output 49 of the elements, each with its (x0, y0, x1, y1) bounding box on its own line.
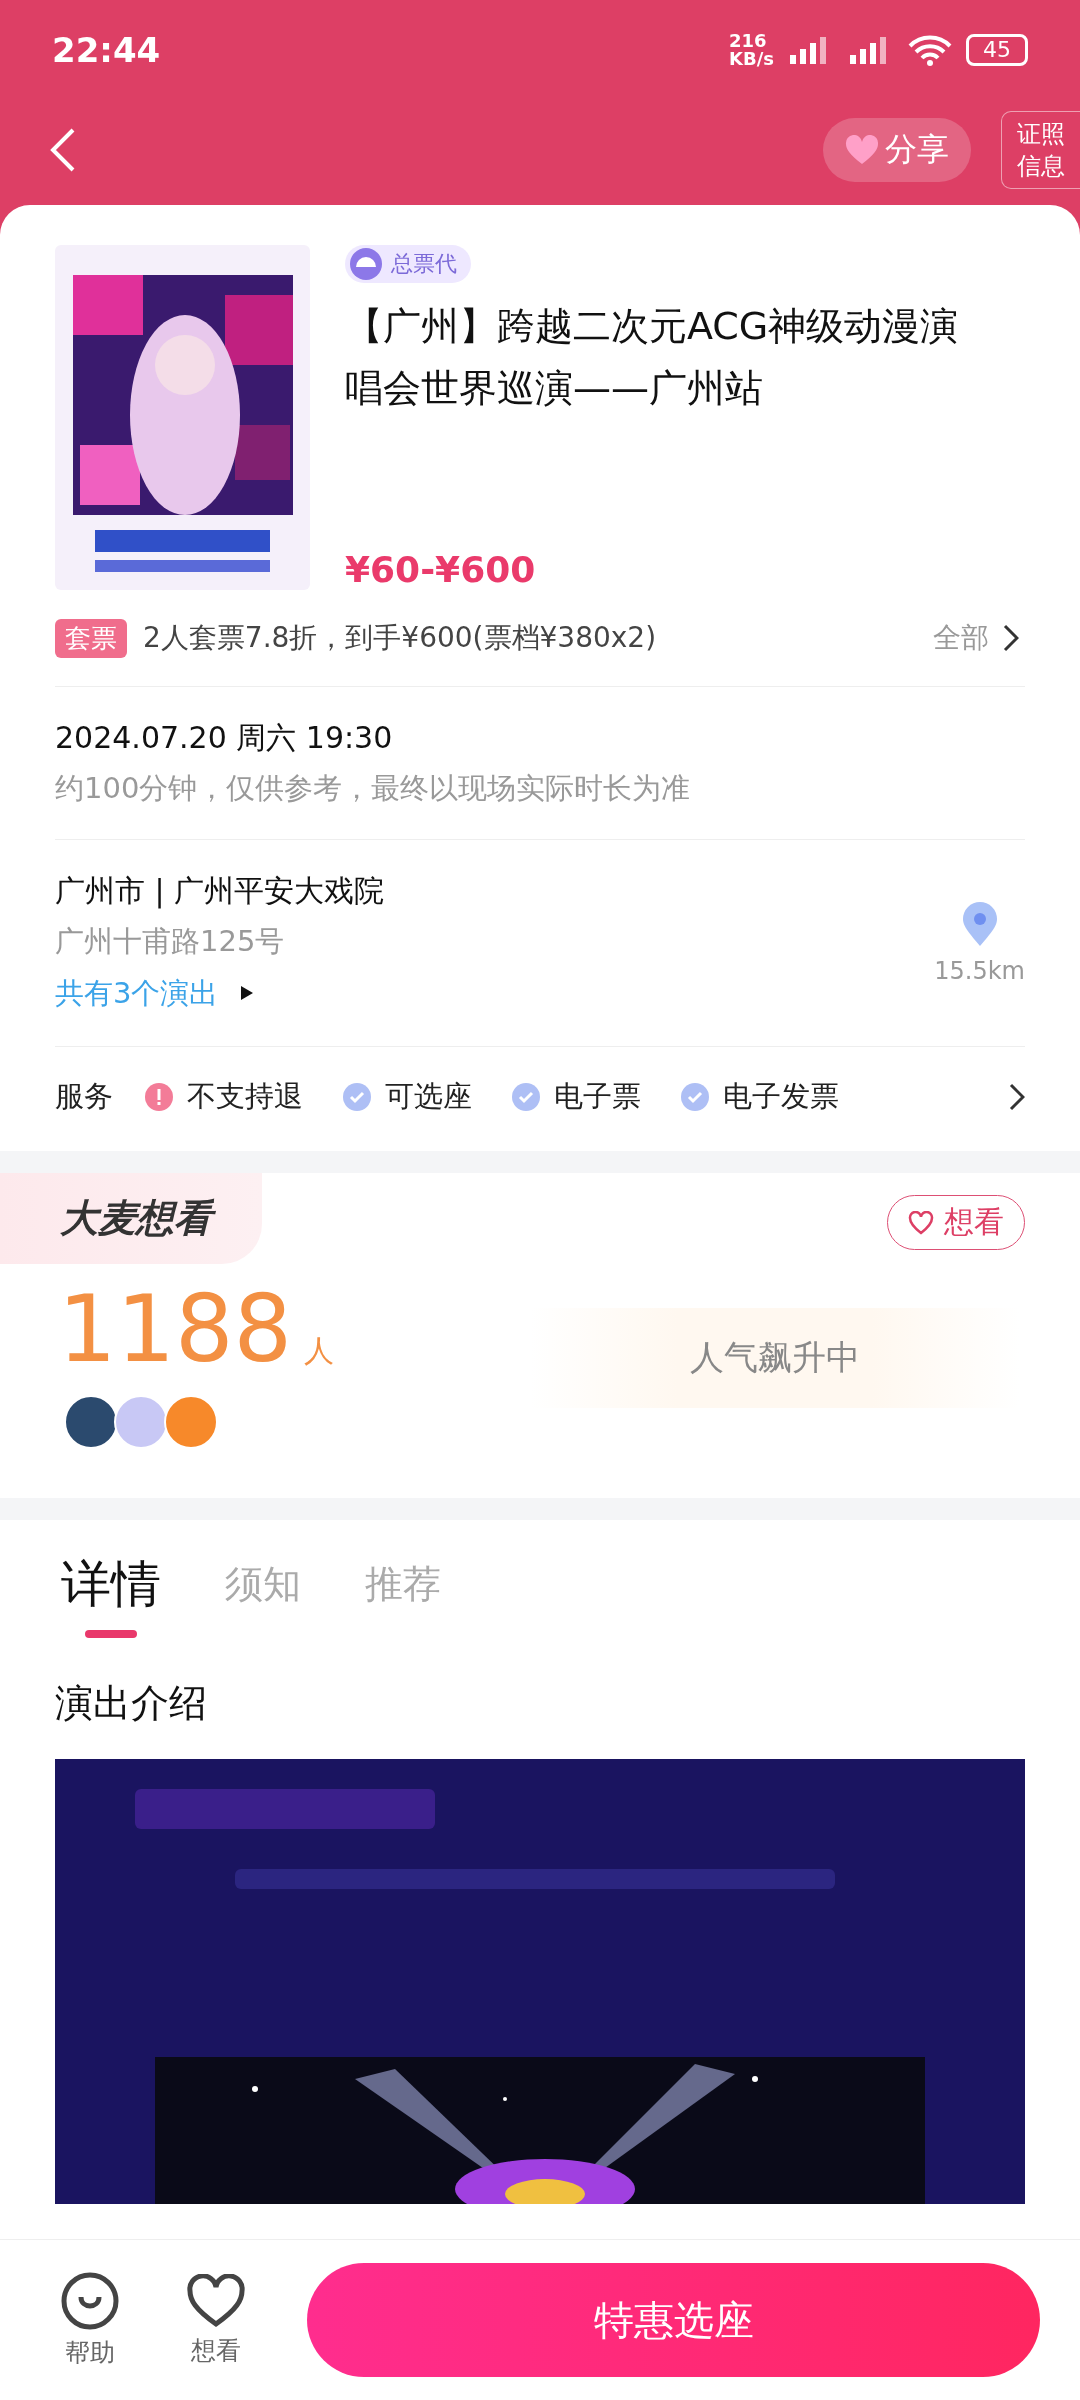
tab[interactable]: 须知 (219, 1550, 307, 1638)
event-title: 【广州】跨越二次元ACG神级动漫演唱会世界巡演——广州站 (345, 303, 960, 412)
back-icon[interactable] (50, 127, 76, 173)
count-unit: 人 (304, 1332, 335, 1370)
license-button[interactable]: 证照信息 (1001, 111, 1080, 189)
section-heading: 演出介绍 (55, 1680, 208, 1727)
tab[interactable]: 详情 (55, 1550, 167, 1638)
package-tag: 套票 (55, 618, 127, 658)
agent-badge: 总票代 (345, 245, 471, 283)
buy-button[interactable]: 特惠选座 (307, 2263, 1040, 2377)
heart-icon (845, 135, 879, 165)
duration-note: 约100分钟，仅供参考，最终以现场实际时长为准 (55, 770, 692, 807)
check-icon (681, 1083, 709, 1111)
venue-address: 广州十甫路125号 (55, 923, 286, 960)
play-icon (240, 985, 255, 1001)
wants-title: 大麦想看 (0, 1173, 262, 1264)
status-time: 22:44 (52, 30, 161, 70)
package-offer: 2人套票7.8折，到手¥600(票档¥380x2) (143, 620, 657, 656)
share-button[interactable]: 分享 (823, 118, 971, 182)
price-range: ¥60-¥600 (345, 549, 537, 590)
network-speed-unit: KB/s (729, 50, 774, 68)
service-item: 不支持退 (187, 1078, 303, 1115)
logo-icon (349, 247, 383, 281)
location-pin-icon[interactable] (960, 901, 999, 947)
check-icon (512, 1083, 540, 1111)
shows-link[interactable]: 共有3个演出 (55, 966, 219, 1020)
service-item: 可选座 (385, 1078, 472, 1115)
all-link[interactable]: 全部 (927, 618, 1025, 658)
help-button[interactable]: 帮助 (55, 2270, 125, 2370)
chevron-icon (1003, 624, 1019, 652)
want-count: 1188 (58, 1276, 293, 1383)
tab[interactable]: 推荐 (359, 1550, 447, 1638)
service-item: 电子票 (554, 1078, 641, 1115)
want-button[interactable]: 想看 (887, 1195, 1025, 1250)
warning-icon (145, 1083, 173, 1111)
distance: 15.5km (934, 957, 1025, 985)
battery-icon: 45 (966, 34, 1028, 66)
services-label: 服务 (55, 1078, 113, 1115)
smile-icon (61, 2271, 119, 2330)
service-item: 电子发票 (723, 1078, 839, 1115)
heart-icon (187, 2273, 245, 2328)
chevron-icon (1009, 1083, 1025, 1111)
heart-icon (908, 1210, 934, 1235)
network-speed: 216 (729, 32, 768, 50)
want-button[interactable]: 想看 (181, 2272, 251, 2368)
show-datetime: 2024.07.20 周六 19:30 (55, 719, 394, 757)
check-icon (343, 1083, 371, 1111)
venue-name: 广州市 | 广州平安大戏院 (55, 872, 386, 911)
wifi-icon (908, 34, 952, 66)
